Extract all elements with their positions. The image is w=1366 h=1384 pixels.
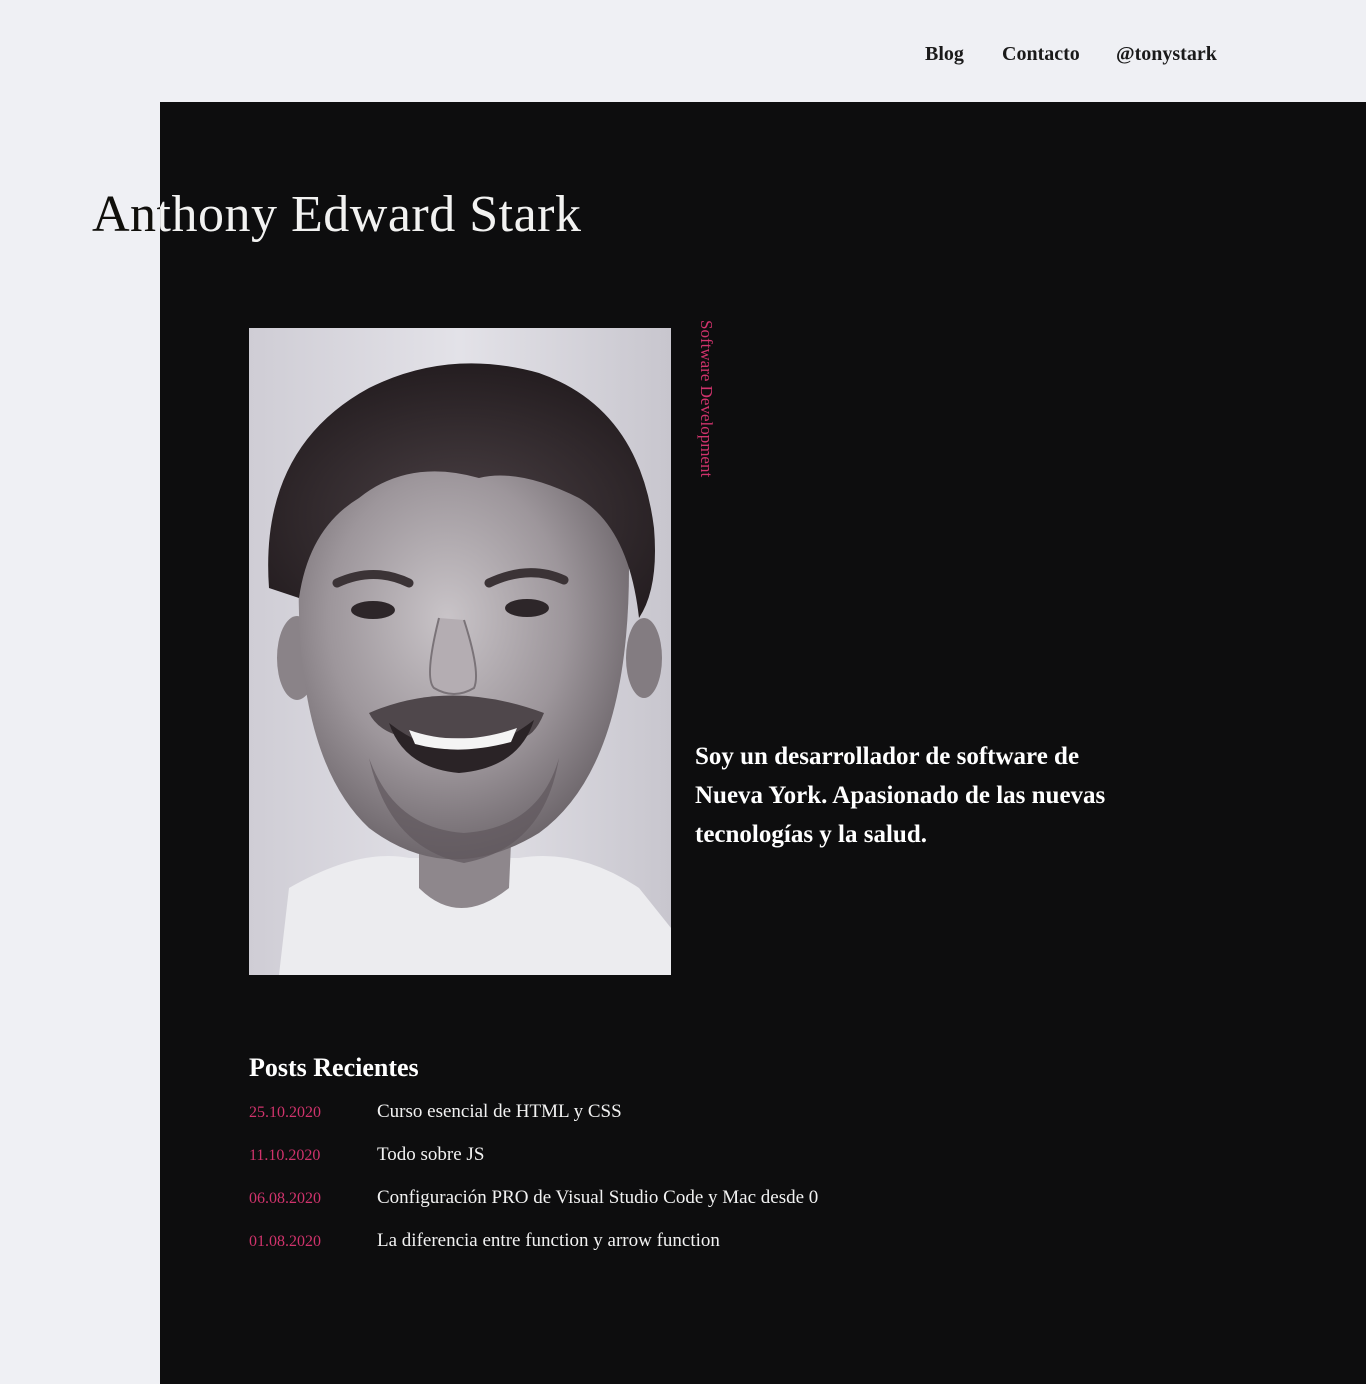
recent-posts-heading: Posts Recientes	[249, 1053, 419, 1082]
post-link[interactable]: Todo sobre JS	[377, 1141, 484, 1169]
post-link[interactable]: La diferencia entre function y arrow fun…	[377, 1227, 720, 1255]
post-date: 25.10.2020	[249, 1104, 321, 1121]
page: Blog Contacto @tonystark Anthony Edward …	[0, 0, 1366, 1384]
post-date: 01.08.2020	[249, 1233, 321, 1250]
nav-link-blog[interactable]: Blog	[925, 40, 964, 68]
top-nav: Blog Contacto @tonystark	[0, 0, 1366, 102]
list-item: 06.08.2020 Configuración PRO de Visual S…	[249, 1184, 1049, 1227]
profile-photo	[249, 328, 671, 975]
recent-posts-list: 25.10.2020 Curso esencial de HTML y CSS …	[249, 1098, 1049, 1270]
post-link[interactable]: Curso esencial de HTML y CSS	[377, 1098, 622, 1126]
role-label: Software Development	[697, 320, 716, 478]
page-title: Anthony Edward Stark	[92, 186, 582, 243]
nav-link-twitter-handle[interactable]: @tonystark	[1116, 40, 1217, 68]
list-item: 01.08.2020 La diferencia entre function …	[249, 1227, 1049, 1270]
portrait-photo-icon	[249, 328, 671, 975]
post-date: 06.08.2020	[249, 1190, 321, 1207]
nav-link-contacto[interactable]: Contacto	[1002, 40, 1080, 68]
post-date: 11.10.2020	[249, 1147, 321, 1164]
list-item: 11.10.2020 Todo sobre JS	[249, 1141, 1049, 1184]
bio-text: Soy un desarrollador de software de Nuev…	[695, 743, 1106, 848]
post-link[interactable]: Configuración PRO de Visual Studio Code …	[377, 1184, 818, 1212]
list-item: 25.10.2020 Curso esencial de HTML y CSS	[249, 1098, 1049, 1141]
